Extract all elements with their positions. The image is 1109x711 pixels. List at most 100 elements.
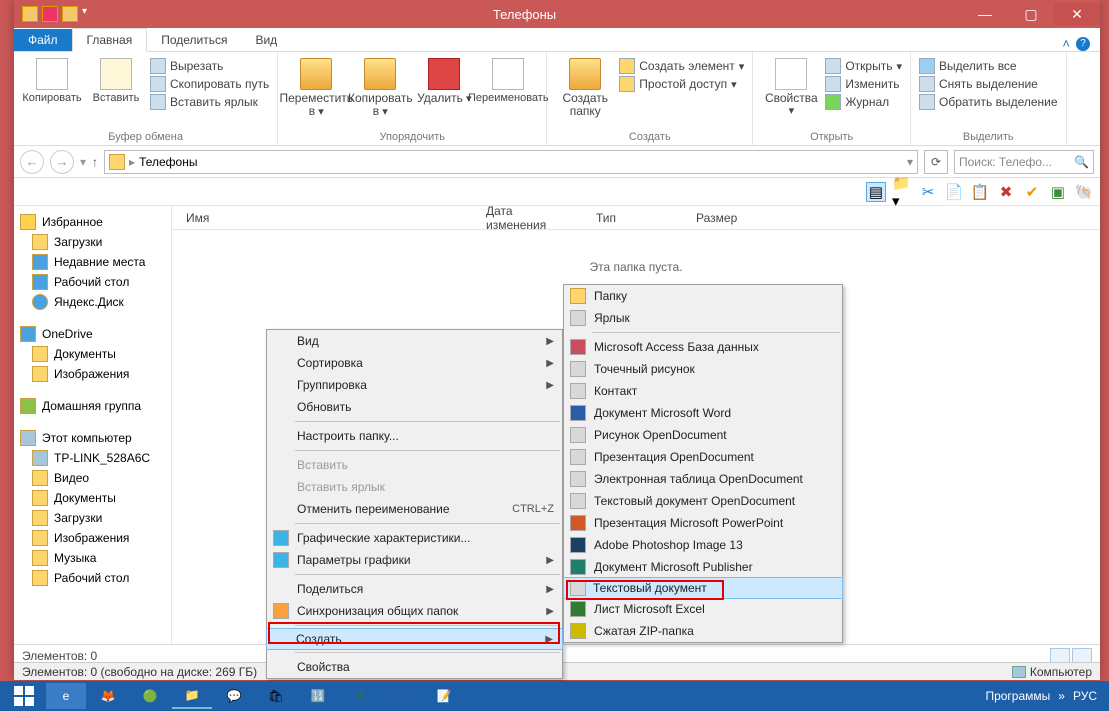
submenu-zip[interactable]: Сжатая ZIP-папка	[564, 620, 842, 642]
open-button[interactable]: Открыть ▾	[825, 58, 902, 74]
extra-icon[interactable]: 🐚	[1074, 182, 1094, 202]
taskbar-app-explorer[interactable]: 📁	[172, 683, 212, 709]
col-type[interactable]: Тип	[582, 211, 682, 225]
menu-gfx-params[interactable]: Параметры графики▶	[267, 549, 562, 571]
submenu-psd[interactable]: Adobe Photoshop Image 13	[564, 534, 842, 556]
submenu-publisher[interactable]: Документ Microsoft Publisher	[564, 556, 842, 578]
col-size[interactable]: Размер	[682, 211, 762, 225]
tab-file[interactable]: Файл	[14, 29, 72, 51]
cut-button[interactable]: Вырезать	[150, 58, 269, 74]
favorites-header[interactable]: Избранное	[14, 212, 171, 232]
nav-pane[interactable]: Избранное Загрузки Недавние места Рабочи…	[14, 206, 172, 644]
menu-sync[interactable]: Синхронизация общих папок▶	[267, 600, 562, 622]
taskbar-app-other[interactable]: 📝	[424, 683, 464, 709]
check-icon[interactable]: ✔	[1022, 182, 1042, 202]
menu-group[interactable]: Группировка▶	[267, 374, 562, 396]
menu-view[interactable]: Вид▶	[267, 330, 562, 352]
submenu-odt[interactable]: Текстовый документ OpenDocument	[564, 490, 842, 512]
sidebar-item[interactable]: Недавние места	[14, 252, 171, 272]
tray-language[interactable]: РУС	[1073, 689, 1097, 703]
taskbar-app-store[interactable]: 🛍	[256, 683, 296, 709]
thispc-header[interactable]: Этот компьютер	[14, 428, 171, 448]
maximize-button[interactable]: ▢	[1008, 3, 1054, 25]
submenu-ppt[interactable]: Презентация Microsoft PowerPoint	[564, 512, 842, 534]
sidebar-item[interactable]: Музыка	[14, 548, 171, 568]
sidebar-item[interactable]: Изображения	[14, 364, 171, 384]
taskbar-app-ie[interactable]: e	[46, 683, 86, 709]
tab-share[interactable]: Поделиться	[147, 29, 241, 51]
sidebar-item[interactable]: Загрузки	[14, 232, 171, 252]
submenu-folder[interactable]: Папку	[564, 285, 842, 307]
submenu-word[interactable]: Документ Microsoft Word	[564, 402, 842, 424]
sidebar-item[interactable]: TP-LINK_528A6C	[14, 448, 171, 468]
address-dropdown-icon[interactable]: ▾	[907, 155, 913, 169]
submenu-contact[interactable]: Контакт	[564, 380, 842, 402]
easy-access-button[interactable]: Простой доступ ▾	[619, 76, 744, 92]
sidebar-item[interactable]: Документы	[14, 344, 171, 364]
history-button[interactable]: Журнал	[825, 94, 902, 110]
menu-properties[interactable]: Свойства	[267, 656, 562, 678]
menu-customize[interactable]: Настроить папку...	[267, 425, 562, 447]
share-icon[interactable]: ▣	[1048, 182, 1068, 202]
col-date[interactable]: Дата изменения	[472, 204, 582, 232]
copy-to-button[interactable]: Копировать в ▾	[350, 54, 410, 118]
submenu-access[interactable]: Microsoft Access База данных	[564, 336, 842, 358]
select-none-button[interactable]: Снять выделение	[919, 76, 1058, 92]
homegroup-header[interactable]: Домашняя группа	[14, 396, 171, 416]
delete-icon[interactable]: ✖	[996, 182, 1016, 202]
sidebar-item[interactable]: Рабочий стол	[14, 272, 171, 292]
new-folder-button[interactable]: Создатьпапку	[555, 54, 615, 118]
taskbar-app-word[interactable]: W	[382, 683, 422, 709]
properties-button[interactable]: Свойства ▾	[761, 54, 821, 117]
qat-icon-3[interactable]	[62, 6, 78, 22]
context-menu[interactable]: Вид▶ Сортировка▶ Группировка▶ Обновить Н…	[266, 329, 563, 679]
search-input[interactable]: Поиск: Телефо... 🔍	[954, 150, 1094, 174]
edit-button[interactable]: Изменить	[825, 76, 902, 92]
help-icon[interactable]: ?	[1076, 37, 1090, 51]
preview-pane-toggle[interactable]: ▤	[866, 182, 886, 202]
start-button[interactable]	[4, 683, 44, 709]
sidebar-item[interactable]: Изображения	[14, 528, 171, 548]
titlebar[interactable]: ▾ Телефоны — ▢ ✕	[14, 0, 1100, 28]
cut-icon[interactable]: ✂	[918, 182, 938, 202]
back-button[interactable]: ←	[20, 150, 44, 174]
status-computer[interactable]: Компьютер	[1012, 665, 1092, 679]
tab-view[interactable]: Вид	[241, 29, 291, 51]
menu-gfx-chars[interactable]: Графические характеристики...	[267, 527, 562, 549]
select-all-button[interactable]: Выделить все	[919, 58, 1058, 74]
tab-home[interactable]: Главная	[72, 28, 148, 52]
taskbar[interactable]: e 🦊 🟢 📁 💬 🛍 🔢 X W 📝 Программы » РУС	[0, 681, 1109, 711]
submenu-ods[interactable]: Электронная таблица OpenDocument	[564, 468, 842, 490]
new-item-button[interactable]: Создать элемент ▾	[619, 58, 744, 74]
paste-button[interactable]: Вставить	[86, 54, 146, 104]
system-tray[interactable]: Программы » РУС	[977, 689, 1105, 703]
submenu-odg[interactable]: Рисунок OpenDocument	[564, 424, 842, 446]
organize-icon[interactable]: 📁▾	[892, 182, 912, 202]
copy-icon[interactable]: 📄	[944, 182, 964, 202]
invert-selection-button[interactable]: Обратить выделение	[919, 94, 1058, 110]
close-button[interactable]: ✕	[1054, 3, 1100, 25]
copy-button[interactable]: Копировать	[22, 54, 82, 104]
copy-path-button[interactable]: Скопировать путь	[150, 76, 269, 92]
submenu-bitmap[interactable]: Точечный рисунок	[564, 358, 842, 380]
taskbar-app-chrome[interactable]: 🟢	[130, 683, 170, 709]
minimize-button[interactable]: —	[962, 3, 1008, 25]
col-name[interactable]: Имя	[172, 211, 472, 225]
taskbar-app-excel[interactable]: X	[340, 683, 380, 709]
folder-icon[interactable]	[22, 6, 38, 22]
address-path[interactable]: ▸ Телефоны ▾	[104, 150, 918, 174]
forward-button[interactable]: →	[50, 150, 74, 174]
ribbon-collapse-icon[interactable]: ˄	[1062, 36, 1070, 51]
sidebar-item[interactable]: Документы	[14, 488, 171, 508]
up-button[interactable]: ↑	[92, 155, 98, 169]
submenu-excel[interactable]: Лист Microsoft Excel	[564, 598, 842, 620]
menu-refresh[interactable]: Обновить	[267, 396, 562, 418]
sidebar-item[interactable]: Видео	[14, 468, 171, 488]
sidebar-item[interactable]: Яндекс.Диск	[14, 292, 171, 312]
breadcrumb[interactable]: Телефоны	[139, 155, 197, 169]
submenu-shortcut[interactable]: Ярлык	[564, 307, 842, 329]
move-to-button[interactable]: Переместить в ▾	[286, 54, 346, 118]
submenu-odp[interactable]: Презентация OpenDocument	[564, 446, 842, 468]
taskbar-app-calc[interactable]: 🔢	[298, 683, 338, 709]
paste-shortcut-button[interactable]: Вставить ярлык	[150, 94, 269, 110]
